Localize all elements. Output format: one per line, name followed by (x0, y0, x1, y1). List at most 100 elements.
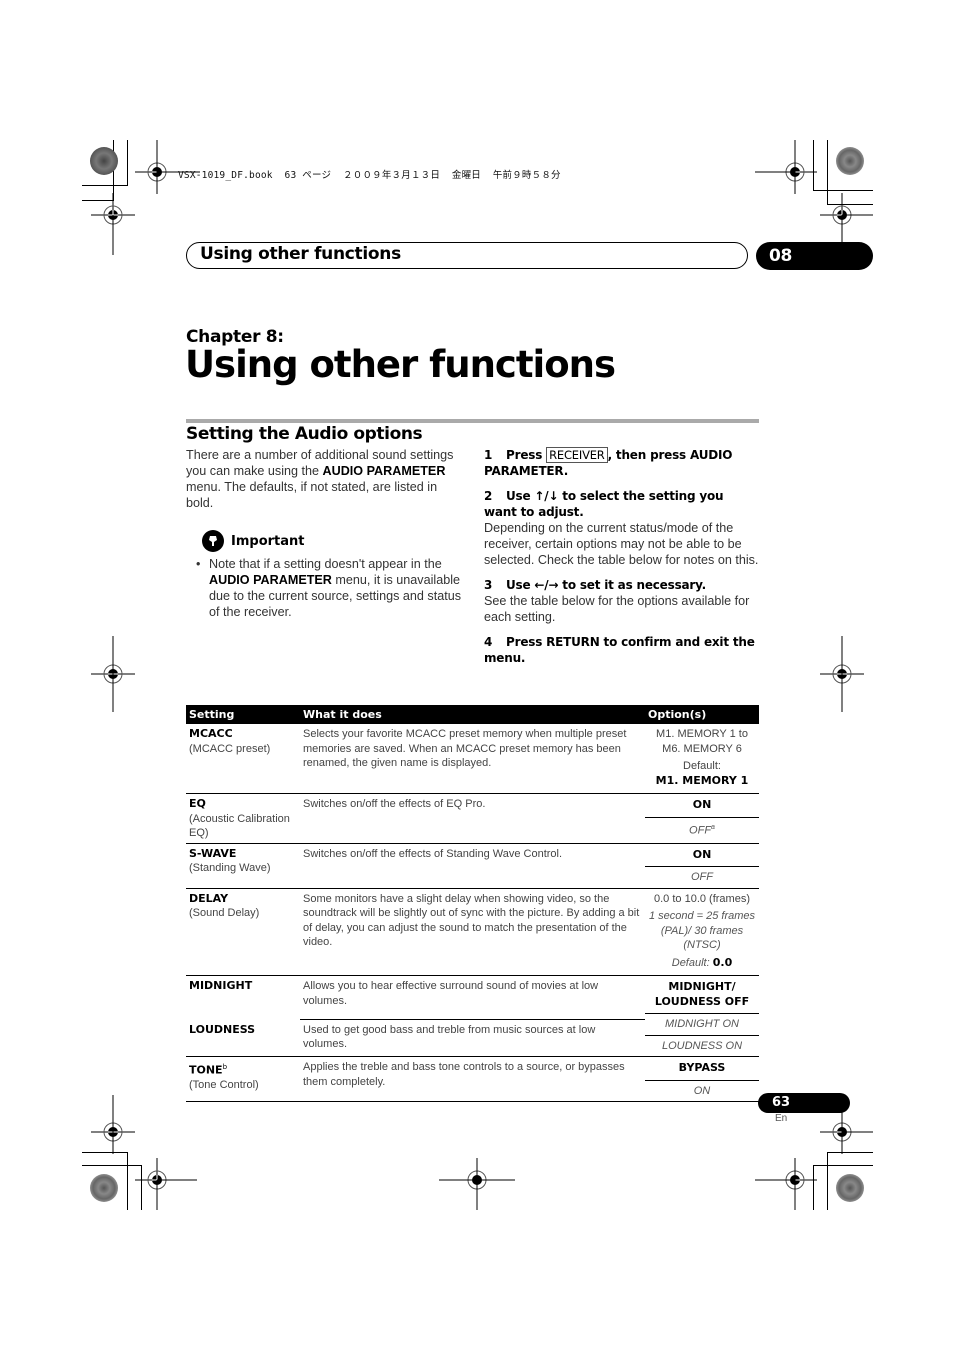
table-row: DELAY (Sound Delay) Some monitors have a … (186, 887, 759, 976)
description-cell: Allows you to hear effective surround so… (300, 975, 645, 1020)
step-text: Press RETURN to confirm and exit the men… (484, 635, 755, 665)
menu-name: AUDIO PARAMETER (322, 464, 446, 478)
option-text: OFF (689, 824, 712, 837)
options-cell: MIDNIGHT/ LOUDNESS OFF MIDNIGHT ON LOUDN… (645, 975, 759, 1057)
column-header: Option(s) (645, 705, 759, 724)
description-cell: Switches on/off the effects of Standing … (300, 842, 645, 888)
option-range: 0.0 to 10.0 (frames) (654, 892, 750, 905)
chapter-title: Using other functions (185, 343, 616, 386)
setting-subtitle: (Acoustic Calibration EQ) (189, 812, 290, 840)
options-cell: ON OFF (645, 842, 759, 888)
option-note: 1 second = 25 frames (PAL)/ 30 frames (N… (648, 910, 756, 951)
setting-cell: MIDNIGHT (186, 975, 300, 1020)
section-divider (186, 419, 759, 423)
section-title: Setting the Audio options (186, 424, 423, 444)
crosshair-icon (439, 1157, 515, 1210)
option-value: MIDNIGHT ON (645, 1013, 759, 1035)
options-cell: BYPASS ON (645, 1056, 759, 1102)
description-cell: Some monitors have a slight delay when s… (300, 887, 645, 976)
table-row: S-WAVE (Standing Wave) Switches on/off th… (186, 842, 759, 888)
default-label: Default: (683, 760, 721, 772)
description-cell: Applies the treble and bass tone control… (300, 1056, 645, 1102)
default-value: 0.0 (712, 955, 733, 969)
setting-subtitle: (Sound Delay) (189, 907, 260, 919)
crosshair-icon (90, 192, 136, 255)
intro-text: menu. The defaults, if not stated, are l… (186, 480, 438, 510)
bullet-dot: • (196, 557, 201, 571)
step-description: See the table below for the options avai… (484, 594, 750, 624)
receiver-key-label: RECEIVER (546, 447, 608, 463)
setting-name: MCACC (189, 727, 233, 740)
step-text: Use (506, 489, 535, 503)
column-header: Setting (186, 705, 300, 724)
option-value-default: BYPASS (678, 1061, 726, 1074)
crosshair-icon (819, 636, 865, 712)
chapter-number-tab: 08 (756, 242, 873, 270)
setting-cell: TONEb (Tone Control) (186, 1056, 300, 1102)
crosshair-icon (90, 636, 136, 712)
setting-cell: S-WAVE (Standing Wave) (186, 842, 300, 888)
option-value-default: ON (692, 847, 712, 861)
midnight-description: Allows you to hear effective surround so… (303, 980, 599, 1007)
setting-name: EQ (189, 797, 206, 810)
setting-cell: MCACC (MCACC preset) (186, 724, 300, 794)
bullet-text-part: Note that if a setting doesn't appear in… (209, 557, 442, 571)
options-cell: 0.0 to 10.0 (frames) 1 second = 25 frame… (645, 887, 759, 976)
important-callout: Important (202, 530, 305, 552)
setting-name: TONEb (189, 1060, 297, 1078)
up-down-arrow-icon: ↑/↓ (534, 489, 559, 503)
description-cell: Switches on/off the effects of EQ Pro. (300, 793, 645, 843)
option-value-default: ON (692, 798, 712, 811)
step-4: 4 Press RETURN to confirm and exit the me… (484, 634, 760, 666)
setting-name: DELAY (189, 891, 229, 905)
step-text: Press (506, 448, 547, 462)
description-cell: Used to get good bass and treble from mu… (300, 1018, 645, 1057)
step-1: 1 Press RECEIVER, then press AUDIO PARAME… (484, 447, 760, 479)
crosshair-icon (755, 1157, 818, 1210)
options-cell: M1. MEMORY 1 to M6. MEMORY 6 Default: M1… (645, 724, 759, 794)
table-header-row: Setting What it does Option(s) (186, 705, 759, 724)
table-row: MIDNIGHT Allows you to hear effective su… (186, 975, 759, 1057)
intro-paragraph: There are a number of additional sound s… (186, 447, 466, 511)
options-cell: ON OFFa (645, 793, 759, 843)
option-value: M1. MEMORY 1 to M6. MEMORY 6 (656, 728, 748, 755)
setting-cell: DELAY (Sound Delay) (186, 887, 300, 976)
setting-subtitle: (Standing Wave) (189, 862, 271, 874)
print-slug: VSX-1019_DF.book 63 ページ ２００９年３月１３日 金曜日 午… (178, 170, 561, 181)
option-value: ON (645, 1079, 759, 1102)
step-text: to set it as necessary. (558, 578, 707, 592)
important-bullet: • Note that if a setting doesn't appear … (196, 556, 464, 620)
table-row: TONEb (Tone Control) Applies the treble a… (186, 1056, 759, 1102)
default-value: M1. MEMORY 1 (655, 773, 749, 787)
option-value-default: MIDNIGHT/ LOUDNESS OFF (654, 980, 750, 1008)
description-cell: Selects your favorite MCACC preset memor… (303, 728, 627, 769)
default-label: Default: (671, 956, 710, 969)
table-row: EQ (Acoustic Calibration EQ) Switches on/… (186, 793, 759, 843)
steps-list: 1 Press RECEIVER, then press AUDIO PARAME… (484, 447, 760, 666)
setting-name: LOUDNESS (189, 1023, 256, 1037)
crosshair-icon (90, 1095, 136, 1155)
left-right-arrow-icon: ←/→ (534, 578, 559, 592)
option-value: LOUDNESS ON (645, 1034, 759, 1057)
important-label: Important (231, 533, 305, 549)
option-value: OFF (645, 866, 759, 888)
step-3: 3 Use ←/→ to set it as necessary. (484, 577, 760, 593)
bullet-text: Note that if a setting doesn't appear in… (209, 556, 464, 620)
column-header: What it does (300, 705, 645, 724)
pen-hand-icon (202, 530, 224, 552)
setting-subtitle: (Tone Control) (189, 1079, 259, 1092)
step-text: Use (506, 578, 535, 592)
running-header-title: Using other functions (200, 244, 401, 264)
setting-name-text: TONE (189, 1063, 223, 1077)
footnote-marker: a (711, 823, 715, 831)
step-number: 1 (484, 448, 493, 462)
menu-name: AUDIO PARAMETER (209, 573, 332, 587)
crosshair-icon (819, 1109, 873, 1155)
setting-cell: EQ (Acoustic Calibration EQ) (186, 793, 300, 843)
registration-marks (90, 140, 873, 1210)
crosshair-icon (755, 140, 818, 195)
step-number: 2 (484, 489, 493, 503)
setting-name: MIDNIGHT (189, 979, 253, 992)
option-value: OFFa (645, 816, 759, 841)
language-code: En (775, 1113, 788, 1124)
